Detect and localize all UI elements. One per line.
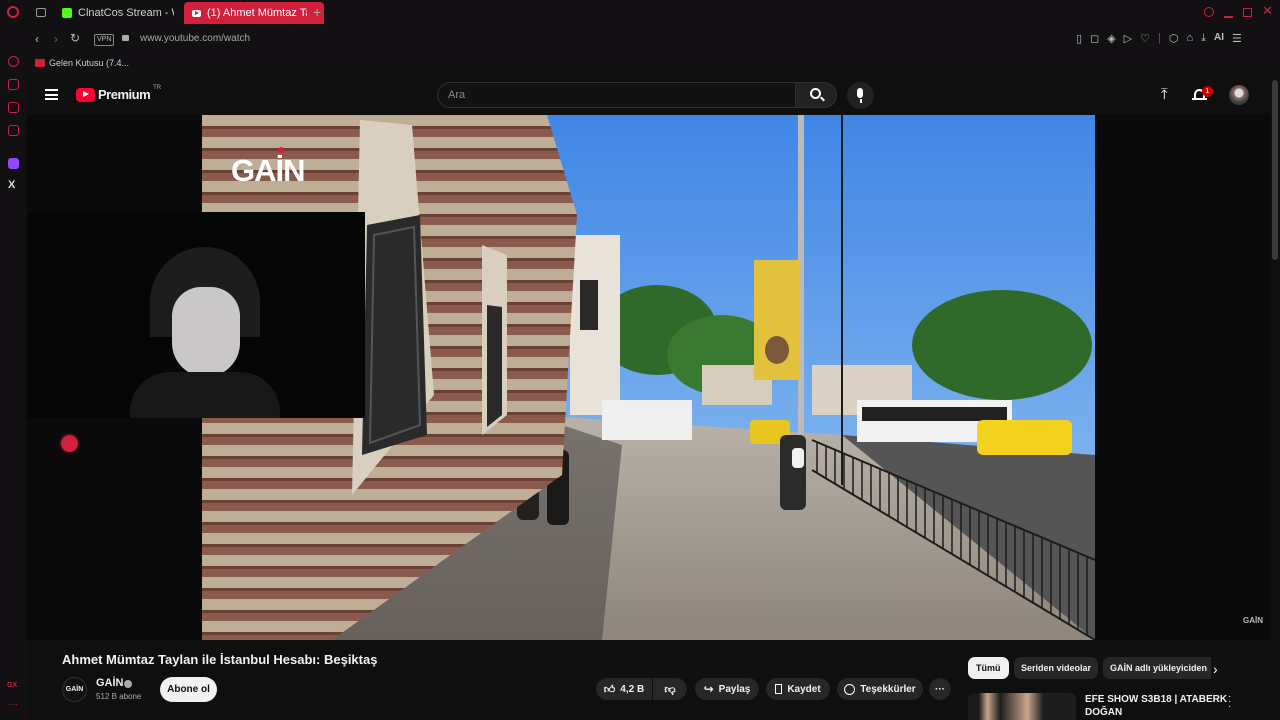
snapshot-icon[interactable]: ◻ [1090,32,1099,45]
hamburger-menu-icon[interactable] [45,89,58,100]
vpn-badge[interactable]: VPN [94,34,115,46]
upload-icon[interactable]: ⤒ [1161,86,1168,103]
subscriber-count: 512 B abone [96,692,142,701]
share-label: Paylaş [718,683,751,695]
more-icon: ··· [935,683,945,695]
channel-avatar[interactable]: GAİN [62,677,87,702]
streamer-face [172,287,240,377]
voice-search-button[interactable] [847,82,874,109]
thanks-button[interactable]: Teşekkürler [837,678,923,700]
channel-name[interactable]: GAİN [96,677,124,689]
tab-title: (1) Ahmet Mümtaz Taylan [207,7,307,19]
youtube-favicon-icon [192,9,201,17]
verified-icon [124,680,132,688]
search-icon[interactable] [1204,7,1214,17]
region-label: TR [153,84,162,91]
like-button[interactable]: 👍︎ 4,2 B [596,678,652,700]
subscribe-button[interactable]: Abone ol [160,677,217,702]
youtube-premium-logo[interactable]: Premium TR [76,84,162,102]
toolbar-icons: ▯ ◻ ◈ ▷ ♡ | ⬡ ⌂ ⤓ AI ☰ [1076,32,1242,45]
address-bar: ‹ › ↻ VPN www.youtube.com/watch ▯ ◻ ◈ ▷ … [0,26,1280,55]
notification-count-badge: 1 [1202,86,1213,97]
kick-favicon-icon [62,8,72,18]
chip-uploader[interactable]: GAİN adlı yükleyiciden [1103,657,1211,679]
ai-icon[interactable]: AI [1214,32,1224,45]
wallet-icon[interactable]: ⌂ [1186,32,1193,45]
recommendation-title-line2[interactable]: DOĞAN [1085,707,1122,718]
save-button[interactable]: Kaydet [766,678,830,700]
recommendation-menu-icon[interactable]: · · · [1228,692,1231,712]
extension-badge-icon[interactable] [55,429,84,458]
player-sidebar-icon[interactable] [8,125,19,136]
bookmark-icon [775,684,783,694]
aria-icon[interactable] [8,56,19,67]
share-button[interactable]: ↪ Paylaş [695,678,759,700]
corner-watermark: GAİN [1243,616,1263,625]
tab-youtube-video[interactable]: (1) Ahmet Mümtaz Taylan [184,2,324,24]
chip-all[interactable]: Tümü [968,657,1009,679]
menu-icon[interactable]: ☰ [1232,32,1242,45]
search-input[interactable]: Ara [437,82,795,108]
shield-icon[interactable]: ◈ [1107,32,1115,45]
thumbs-down-icon: 👎︎ [664,683,676,696]
search-button[interactable] [795,82,837,108]
tab-title: ClnatCos Stream - Watch [78,7,174,19]
twitch-icon[interactable] [8,158,19,169]
close-icon[interactable]: ✕ [1262,3,1273,19]
new-tab-button[interactable]: + [313,4,321,20]
maximize-icon[interactable] [1243,8,1252,17]
download-icon[interactable]: ⤓ [1201,32,1206,45]
thanks-icon [844,683,856,695]
forward-icon[interactable]: › [54,32,58,46]
url-field[interactable]: www.youtube.com/watch [140,33,250,44]
bookmark-icon[interactable]: ▯ [1076,32,1082,45]
extensions-icon[interactable]: ⬡ [1169,32,1179,45]
like-count: 4,2 B [620,683,645,695]
premium-label: Premium [98,87,151,102]
tab-switcher-icon[interactable] [36,8,46,17]
browser-sidebar: X GX ··· [0,26,27,720]
gmail-icon [35,59,45,67]
instagram-icon[interactable] [8,102,19,113]
dislike-button[interactable]: 👎︎ [653,678,687,700]
account-avatar[interactable] [1229,85,1249,105]
more-actions-button[interactable]: ··· [929,678,951,700]
save-label: Kaydet [787,683,821,695]
page-scrollbar[interactable] [1272,80,1278,260]
chips-next-arrow-icon[interactable]: › [1213,661,1218,677]
opera-logo-icon[interactable] [7,6,19,18]
thanks-label: Teşekkürler [860,683,916,695]
gain-watermark-logo: GAİN [231,153,305,188]
back-icon[interactable]: ‹ [35,32,39,46]
video-title: Ahmet Mümtaz Taylan ile İstanbul Hesabı:… [62,652,378,667]
heart-icon[interactable]: ♡ [1140,32,1150,45]
player-icon[interactable]: ▷ [1124,32,1132,45]
minimize-icon[interactable] [1224,16,1233,18]
divider: | [1158,32,1161,44]
microphone-icon [857,88,863,98]
bookmark-gelen-kutusu[interactable]: Gelen Kutusu (7.4... [49,58,129,68]
gx-label: GX [7,682,18,689]
reload-icon[interactable]: ↻ [70,31,80,45]
recommendation-thumbnail[interactable] [968,693,1076,720]
tab-clnatcos-stream[interactable]: ClnatCos Stream - Watch [54,2,188,24]
youtube-logo-icon [76,87,95,102]
browser-tab-bar: ClnatCos Stream - Watch (1) Ahmet Mümtaz… [0,0,1280,26]
streamer-body [130,372,280,418]
x-icon[interactable]: X [8,179,15,191]
lock-icon [122,35,129,41]
bookmarks-bar: Gelen Kutusu (7.4... [0,54,1280,74]
messenger-icon[interactable] [8,79,19,90]
gain-dot-icon [278,147,284,153]
recommendation-title-line1[interactable]: EFE SHOW S3B18 | ATABERK [1085,694,1227,705]
more-icon[interactable]: ··· [8,699,18,710]
video-player[interactable]: GAİN GAİN [27,115,1270,640]
share-icon: ↪ [703,682,714,696]
webcam-overlay [27,212,365,418]
thumbs-up-icon: 👍︎ [603,683,616,696]
chip-series-videos[interactable]: Seriden videolar [1014,657,1099,679]
